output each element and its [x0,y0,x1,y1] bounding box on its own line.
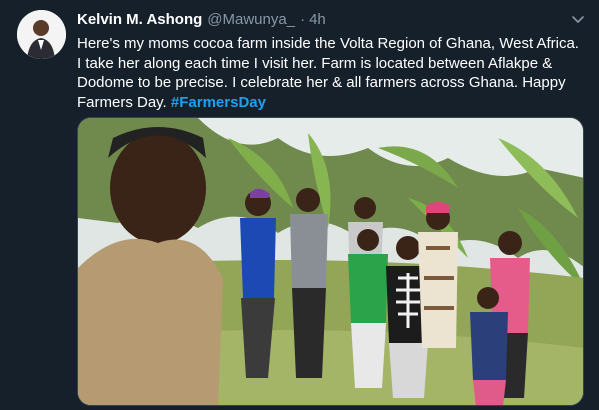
farm-group-photo [78,118,583,405]
author-handle[interactable]: @Mawunya_ [207,11,295,28]
hashtag-link[interactable]: #FarmersDay [171,94,266,111]
tweet-photo[interactable] [77,117,584,406]
tweet-body: Here's my moms cocoa farm inside the Vol… [77,35,579,111]
tweet-card[interactable]: Kelvin M. Ashong @Mawunya_ · 4h Here's m… [0,0,599,410]
author-name[interactable]: Kelvin M. Ashong [77,11,202,28]
separator-dot: · [300,11,306,28]
tweet-header: Kelvin M. Ashong @Mawunya_ · 4h [77,11,326,31]
avatar[interactable] [17,10,66,59]
tweet-timestamp[interactable]: 4h [309,11,326,28]
avatar-image [17,10,66,59]
chevron-down-icon[interactable] [571,12,585,26]
tweet-text: Here's my moms cocoa farm inside the Vol… [77,34,583,112]
